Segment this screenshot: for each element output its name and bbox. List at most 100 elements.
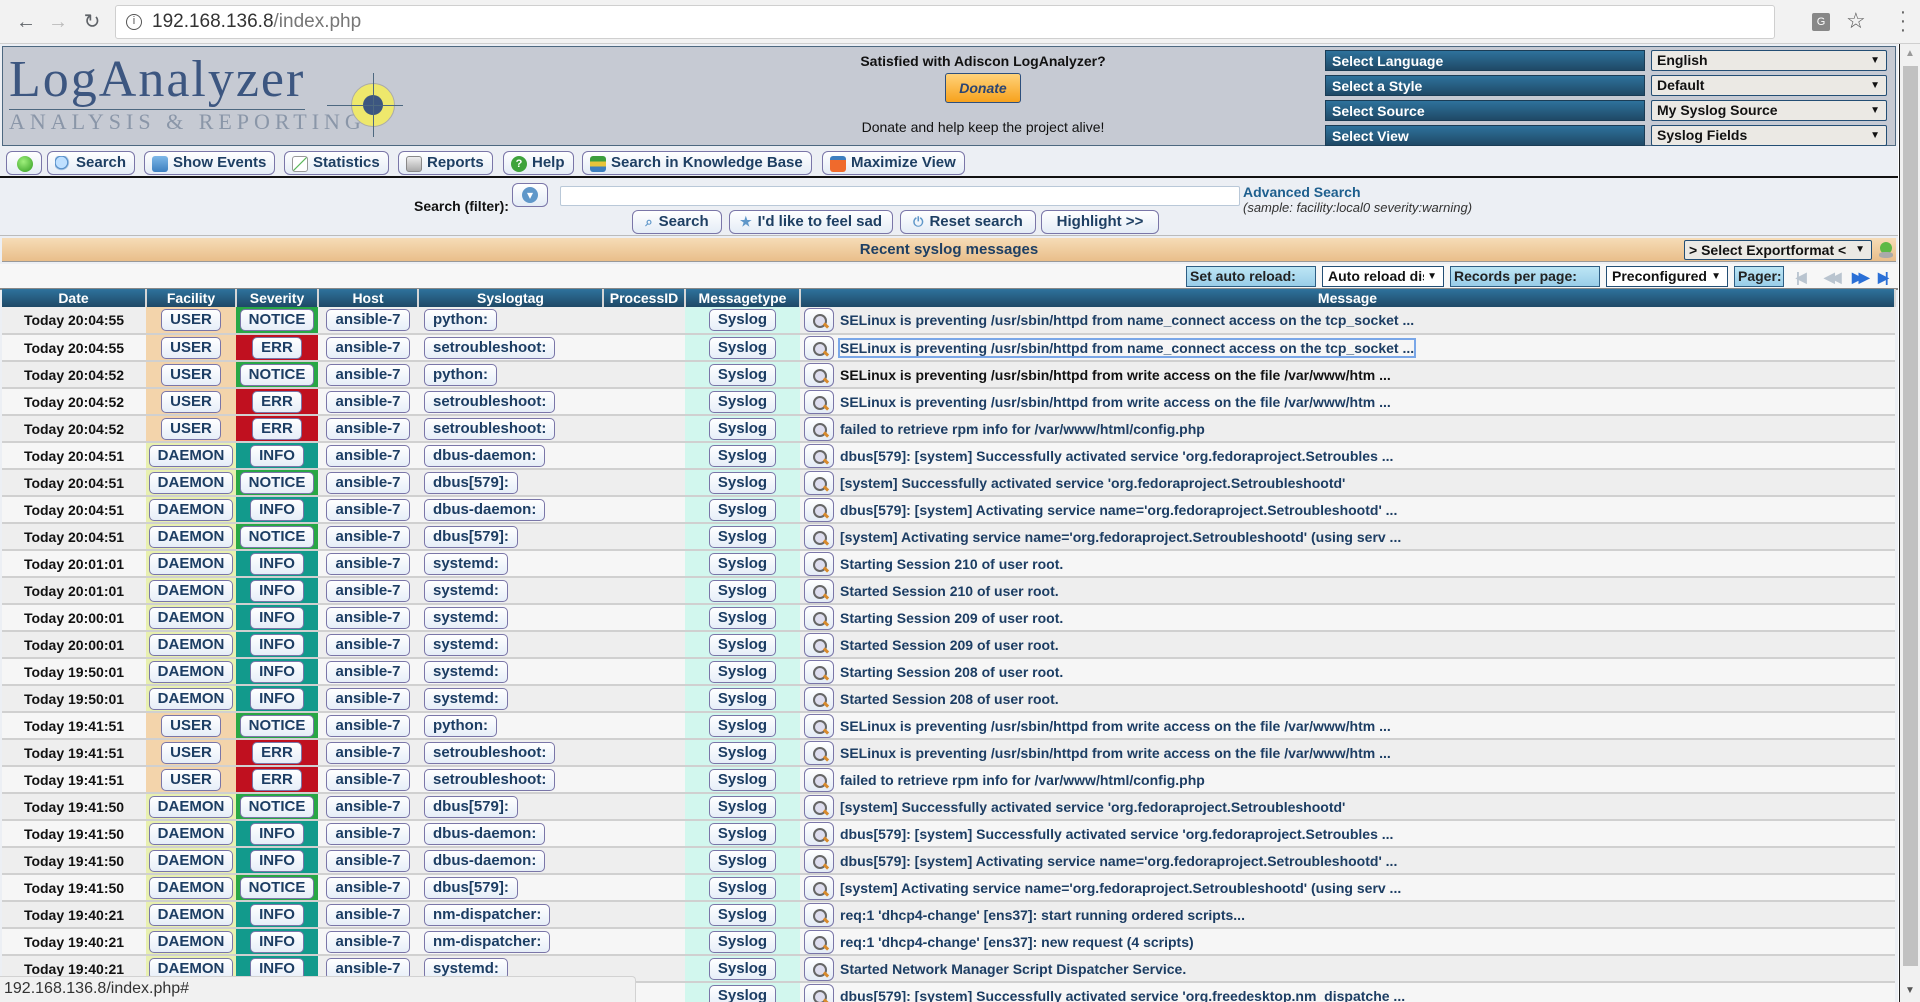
syslogtag-badge[interactable]: nm-dispatcher: [424, 903, 551, 926]
message-link[interactable]: Started Session 209 of user root. [840, 637, 1059, 653]
message-details-icon[interactable] [804, 740, 834, 764]
message-details-icon[interactable] [804, 686, 834, 710]
severity-badge[interactable]: INFO [250, 930, 304, 953]
facility-badge[interactable]: USER [161, 309, 221, 331]
language-select[interactable]: English ▼ [1651, 50, 1887, 71]
message-link[interactable]: SELinux is preventing /usr/sbin/httpd fr… [840, 718, 1391, 734]
facility-badge[interactable]: DAEMON [148, 552, 234, 575]
severity-badge[interactable]: INFO [250, 660, 304, 683]
column-syslogtag[interactable]: Syslogtag [418, 289, 604, 307]
syslogtag-badge[interactable]: python: [424, 309, 497, 331]
column-host[interactable]: Host [318, 289, 419, 307]
column-date[interactable]: Date [2, 289, 147, 307]
message-details-icon[interactable] [804, 443, 834, 467]
host-badge[interactable]: ansible-7 [326, 714, 410, 737]
severity-badge[interactable]: INFO [250, 822, 304, 845]
host-badge[interactable]: ansible-7 [326, 363, 410, 386]
messagetype-badge[interactable]: Syslog [708, 984, 777, 1002]
host-badge[interactable]: ansible-7 [326, 606, 410, 629]
severity-badge[interactable]: NOTICE [239, 876, 315, 899]
messagetype-badge[interactable]: Syslog [708, 471, 777, 494]
message-link[interactable]: Starting Session 210 of user root. [840, 556, 1063, 572]
facility-badge[interactable]: DAEMON [148, 660, 234, 683]
message-details-icon[interactable] [804, 497, 834, 521]
severity-badge[interactable]: ERR [252, 768, 302, 791]
reload-icon[interactable]: ↻ [80, 10, 104, 34]
previous-page-icon[interactable]: ◀◀ [1824, 268, 1842, 286]
facility-badge[interactable]: DAEMON [148, 903, 234, 926]
message-details-icon[interactable] [804, 551, 834, 575]
syslogtag-badge[interactable]: dbus[579]: [424, 471, 518, 494]
export-format-select[interactable]: > Select Exportformat < ▼ [1684, 240, 1872, 260]
severity-badge[interactable]: INFO [250, 903, 304, 926]
knowledge-base-button[interactable]: Search in Knowledge Base [582, 151, 812, 175]
syslogtag-badge[interactable]: setroubleshoot: [424, 390, 556, 413]
message-link[interactable]: [system] Successfully activated service … [840, 799, 1345, 815]
forward-icon[interactable]: → [46, 10, 70, 34]
filter-options-toggle[interactable] [512, 183, 548, 207]
facility-badge[interactable]: DAEMON [148, 687, 234, 710]
scroll-down-icon[interactable]: ▼ [1905, 985, 1915, 996]
severity-badge[interactable]: INFO [250, 552, 304, 575]
messagetype-badge[interactable]: Syslog [708, 390, 777, 413]
facility-badge[interactable]: DAEMON [148, 444, 234, 467]
severity-badge[interactable]: INFO [250, 633, 304, 656]
loganalyzer-logo[interactable]: LogAnalyzer ANALYSIS & REPORTING [7, 51, 407, 141]
back-icon[interactable]: ← [14, 10, 38, 34]
host-badge[interactable]: ansible-7 [326, 741, 410, 764]
messagetype-badge[interactable]: Syslog [708, 417, 777, 440]
syslogtag-badge[interactable]: setroubleshoot: [424, 741, 556, 764]
messagetype-badge[interactable]: Syslog [708, 903, 777, 926]
host-badge[interactable]: ansible-7 [326, 390, 410, 413]
messagetype-badge[interactable]: Syslog [708, 336, 777, 359]
facility-badge[interactable]: USER [161, 741, 221, 764]
message-link[interactable]: dbus[579]: [system] Successfully activat… [840, 448, 1393, 464]
message-link[interactable]: req:1 'dhcp4-change' [ens37]: start runn… [840, 907, 1245, 923]
message-link[interactable]: [system] Activating service name='org.fe… [840, 880, 1401, 896]
facility-badge[interactable]: DAEMON [148, 606, 234, 629]
donate-button[interactable]: Donate [945, 73, 1021, 103]
messagetype-badge[interactable]: Syslog [708, 768, 777, 791]
host-badge[interactable]: ansible-7 [326, 903, 410, 926]
syslogtag-badge[interactable]: python: [424, 363, 497, 386]
syslogtag-badge[interactable]: dbus-daemon: [424, 849, 546, 872]
message-details-icon[interactable] [804, 335, 834, 359]
syslogtag-badge[interactable]: systemd: [424, 579, 508, 602]
host-badge[interactable]: ansible-7 [326, 309, 410, 331]
messagetype-badge[interactable]: Syslog [708, 957, 777, 980]
host-badge[interactable]: ansible-7 [326, 822, 410, 845]
host-badge[interactable]: ansible-7 [326, 849, 410, 872]
host-badge[interactable]: ansible-7 [326, 471, 410, 494]
facility-badge[interactable]: DAEMON [148, 471, 234, 494]
message-details-icon[interactable] [804, 659, 834, 683]
column-facility[interactable]: Facility [146, 289, 237, 307]
message-details-icon[interactable] [804, 983, 834, 1002]
messagetype-badge[interactable]: Syslog [708, 525, 777, 548]
messagetype-badge[interactable]: Syslog [708, 795, 777, 818]
messagetype-badge[interactable]: Syslog [708, 714, 777, 737]
scroll-up-icon[interactable]: ▲ [1905, 48, 1915, 59]
reports-button[interactable]: Reports [398, 151, 493, 175]
syslogtag-badge[interactable]: python: [424, 714, 497, 737]
host-badge[interactable]: ansible-7 [326, 795, 410, 818]
next-page-icon[interactable]: ▶▶ [1852, 268, 1870, 286]
message-details-icon[interactable] [804, 632, 834, 656]
message-details-icon[interactable] [804, 470, 834, 494]
messagetype-badge[interactable]: Syslog [708, 633, 777, 656]
translate-icon[interactable]: G [1812, 13, 1830, 31]
syslogtag-badge[interactable]: systemd: [424, 552, 508, 575]
message-details-icon[interactable] [804, 875, 834, 899]
severity-badge[interactable]: INFO [250, 849, 304, 872]
facility-badge[interactable]: USER [161, 336, 221, 359]
scrollbar-thumb[interactable] [1903, 66, 1918, 966]
host-badge[interactable]: ansible-7 [326, 633, 410, 656]
syslogtag-badge[interactable]: systemd: [424, 660, 508, 683]
facility-badge[interactable]: DAEMON [148, 525, 234, 548]
message-details-icon[interactable] [804, 713, 834, 737]
host-badge[interactable]: ansible-7 [326, 417, 410, 440]
help-button[interactable]: ? Help [503, 151, 574, 175]
host-badge[interactable]: ansible-7 [326, 876, 410, 899]
host-badge[interactable]: ansible-7 [326, 336, 410, 359]
syslogtag-badge[interactable]: setroubleshoot: [424, 417, 556, 440]
facility-badge[interactable]: USER [161, 714, 221, 737]
